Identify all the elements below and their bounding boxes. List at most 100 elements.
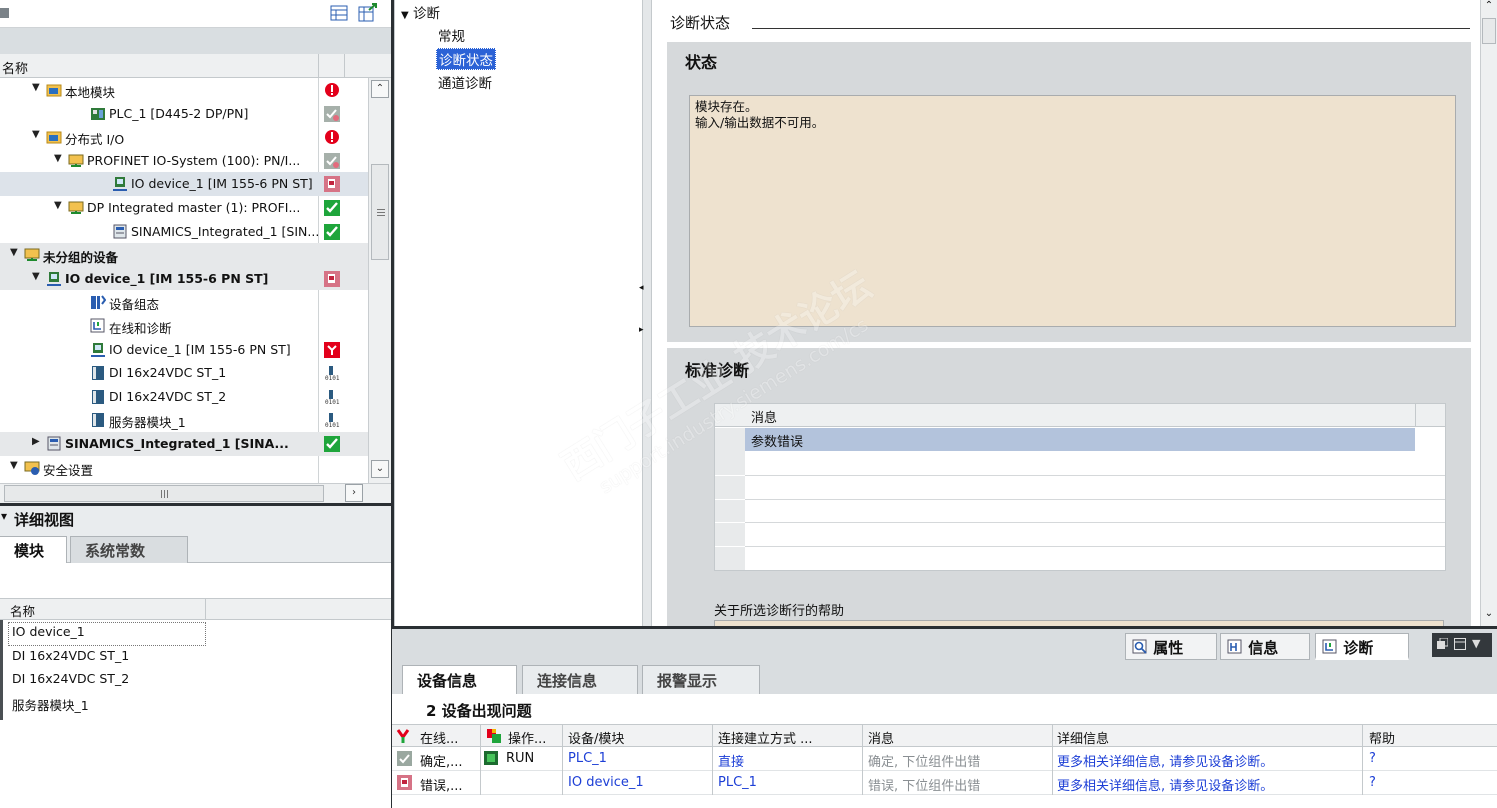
scroll-up-button[interactable]: ⌃ bbox=[371, 80, 389, 98]
collapse-arrow-icon[interactable]: ▼ bbox=[10, 247, 18, 258]
row-device-link[interactable]: PLC_1 bbox=[568, 751, 607, 766]
tree-item[interactable]: ▶ SINAMICS_Integrated_1 [SINA... bbox=[0, 432, 368, 456]
main-scroll-thumb[interactable] bbox=[1482, 18, 1496, 44]
tree-item[interactable]: DI 16x24VDC ST_1 0101 bbox=[0, 361, 368, 385]
detail-row[interactable]: 服务器模块_1 bbox=[12, 695, 89, 719]
tree-horizontal-scrollbar[interactable]: › bbox=[0, 483, 391, 503]
hscroll-thumb[interactable] bbox=[4, 485, 324, 502]
col-operating[interactable]: 操作... bbox=[508, 728, 546, 747]
tree-item[interactable]: ▼ DP Integrated master (1): PROFI... bbox=[0, 196, 368, 220]
tree-item[interactable]: ▼ 本地模块 bbox=[0, 78, 368, 102]
collapse-arrow-icon[interactable]: ▼ bbox=[10, 460, 18, 471]
detail-row[interactable]: DI 16x24VDC ST_1 bbox=[12, 648, 129, 672]
scroll-right-button[interactable]: › bbox=[345, 484, 363, 502]
tab-modules[interactable]: 模块 bbox=[0, 536, 67, 563]
row-help-link[interactable]: ? bbox=[1369, 751, 1376, 766]
ok-status-icon bbox=[324, 223, 340, 240]
tab-diagnostics[interactable]: 诊断 bbox=[1315, 633, 1409, 660]
collapse-arrow-icon[interactable]: ▼ bbox=[54, 200, 62, 211]
main-scroll-down-icon[interactable]: ⌄ bbox=[1481, 608, 1497, 624]
col-connection[interactable]: 连接建立方式 ... bbox=[718, 728, 838, 747]
detail-row[interactable]: IO device_1 bbox=[8, 622, 206, 646]
tab-properties[interactable]: 属性 bbox=[1125, 633, 1217, 660]
config-icon bbox=[90, 294, 106, 310]
device-row[interactable]: 确定,... RUN PLC_1 直接 确定, 下位组件出错 更多相关详细信息,… bbox=[392, 747, 1497, 771]
svg-text:0101: 0101 bbox=[325, 399, 340, 405]
tab-connection-info[interactable]: 连接信息 bbox=[522, 665, 638, 695]
tree-item[interactable]: ▼ 分布式 I/O bbox=[0, 125, 368, 149]
device-row[interactable]: 错误,... IO device_1 PLC_1 错误, 下位组件出错 更多相关… bbox=[392, 771, 1497, 795]
tree-item[interactable]: PLC_1 [D445-2 DP/PN] bbox=[0, 102, 368, 126]
row-detail-link[interactable]: 更多相关详细信息, 请参见设备诊断。 bbox=[1057, 751, 1273, 770]
expand-arrow-icon[interactable]: ▶ bbox=[32, 436, 40, 447]
nav-item-diag-status[interactable]: 诊断状态 bbox=[436, 48, 496, 70]
detail-row[interactable]: DI 16x24VDC ST_2 bbox=[12, 671, 129, 695]
row-conn-link[interactable]: PLC_1 bbox=[718, 775, 757, 790]
tree-item[interactable]: IO device_1 [IM 155-6 PN ST] bbox=[0, 172, 368, 196]
nav-item-channel-diag[interactable]: 通道诊断 bbox=[438, 72, 492, 92]
row-conn-link[interactable]: 直接 bbox=[718, 751, 744, 770]
collapse-arrow-icon[interactable]: ▼ bbox=[32, 271, 40, 282]
main-scroll-up-icon[interactable]: ⌃ bbox=[1481, 0, 1497, 16]
error-status-icon bbox=[324, 82, 340, 98]
export-icon[interactable] bbox=[358, 3, 378, 23]
collapse-arrow-icon[interactable]: ▾ bbox=[1, 509, 7, 523]
error-status-icon bbox=[397, 775, 412, 790]
tree-item-label: DI 16x24VDC ST_1 bbox=[109, 365, 227, 381]
tab-alarm-display[interactable]: 报警显示 bbox=[642, 665, 760, 695]
tree-item[interactable]: ▼ IO device_1 [IM 155-6 PN ST] bbox=[0, 266, 368, 291]
tree-item[interactable]: IO device_1 [IM 155-6 PN ST] bbox=[0, 338, 368, 362]
tree-item[interactable]: ▼ 安全设置 bbox=[0, 456, 368, 480]
tab-system-constants[interactable]: 系统常数 bbox=[70, 536, 188, 563]
col-details[interactable]: 详细信息 bbox=[1057, 728, 1109, 747]
nav-splitter[interactable]: ◂ ▸ bbox=[639, 0, 652, 626]
panel-menu-icon[interactable]: ▼ bbox=[1472, 637, 1480, 650]
network-icon bbox=[68, 200, 84, 216]
col-message[interactable]: 消息 bbox=[868, 728, 894, 747]
tree-item-label: 分布式 I/O bbox=[65, 132, 125, 148]
row-detail-link[interactable]: 更多相关详细信息, 请参见设备诊断。 bbox=[1057, 775, 1273, 794]
tab-device-info[interactable]: 设备信息 bbox=[402, 665, 517, 695]
row-help-link[interactable]: ? bbox=[1369, 775, 1376, 790]
main-vertical-scrollbar[interactable]: ⌃ ⌄ bbox=[1480, 0, 1497, 626]
col-help[interactable]: 帮助 bbox=[1369, 728, 1395, 747]
tree-item[interactable]: 服务器模块_1 0101 bbox=[0, 408, 368, 432]
message-table[interactable]: 消息 参数错误 bbox=[714, 403, 1446, 571]
collapse-arrow-icon[interactable]: ▼ bbox=[32, 129, 40, 140]
scroll-thumb[interactable] bbox=[371, 164, 389, 260]
collapse-arrow-icon[interactable]: ▼ bbox=[54, 153, 62, 164]
status-title: 状态 bbox=[685, 53, 718, 72]
row-device-link[interactable]: IO device_1 bbox=[568, 775, 644, 790]
collapse-panel-icon[interactable] bbox=[1454, 638, 1466, 650]
col-device-module[interactable]: 设备/模块 bbox=[568, 728, 624, 747]
msg-row-text: 参数错误 bbox=[751, 435, 804, 450]
tab-info[interactable]: 信息 bbox=[1220, 633, 1310, 660]
tree-item[interactable]: SINAMICS_Integrated_1 [SIN... bbox=[0, 220, 368, 244]
table-view-icon[interactable] bbox=[330, 4, 348, 22]
tree-item[interactable]: ▼ 未分组的设备 bbox=[0, 243, 368, 267]
tree-item[interactable]: DI 16x24VDC ST_2 0101 bbox=[0, 385, 368, 409]
message-row[interactable]: 参数错误 bbox=[745, 428, 1415, 451]
expand-right-icon[interactable]: ▸ bbox=[639, 325, 644, 335]
collapse-left-icon[interactable]: ◂ bbox=[639, 283, 644, 293]
detail-view-header[interactable]: ▾ 详细视图 bbox=[0, 506, 391, 533]
section-title: 诊断状态 bbox=[670, 14, 731, 32]
online-status-icon bbox=[395, 728, 411, 744]
col-online[interactable]: 在线... bbox=[420, 728, 458, 747]
io-data-icon: 0101 bbox=[324, 365, 340, 381]
network-icon bbox=[24, 247, 40, 263]
nav-diagnostics-root[interactable]: ▼ 诊断 bbox=[401, 2, 440, 22]
nav-item-general[interactable]: 常规 bbox=[438, 25, 465, 45]
tree-item[interactable]: ▼ PROFINET IO-System (100): PN/I... bbox=[0, 149, 368, 173]
tree-item-label: 未分组的设备 bbox=[43, 250, 119, 266]
tree-vertical-scrollbar[interactable]: ⌃ ⌄ bbox=[368, 78, 391, 483]
tree-item[interactable]: 设备组态 bbox=[0, 290, 368, 314]
collapse-arrow-icon[interactable]: ▼ bbox=[32, 82, 40, 93]
inspector-tabbar: 属性 信息 诊断 ▼ bbox=[392, 629, 1497, 662]
plc-icon bbox=[90, 106, 106, 122]
diagnostics-icon bbox=[90, 318, 106, 334]
scroll-down-button[interactable]: ⌄ bbox=[371, 460, 389, 478]
float-window-icon[interactable] bbox=[1436, 638, 1448, 650]
tree-item[interactable]: 在线和诊断 bbox=[0, 314, 368, 338]
row-online: 确定,... bbox=[420, 755, 463, 770]
